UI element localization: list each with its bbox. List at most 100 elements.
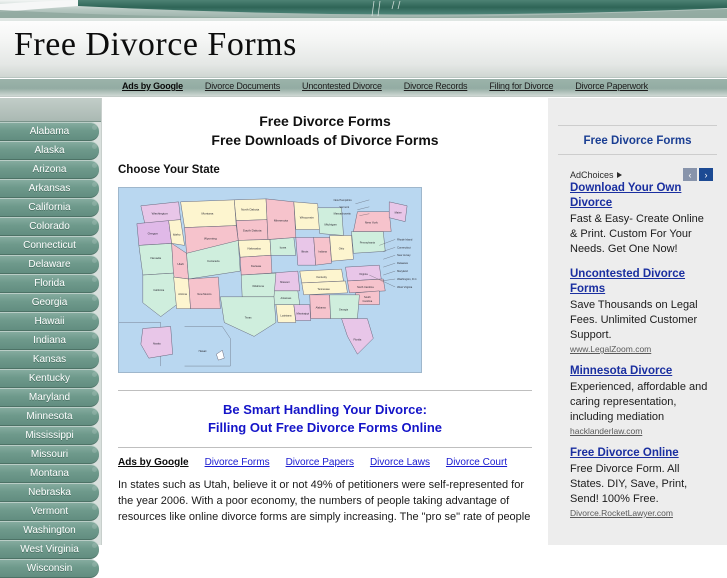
sidebar-item-washington[interactable]: Washington (0, 521, 99, 540)
top-nav-link-divorce-paperwork[interactable]: Divorce Paperwork (575, 81, 648, 91)
sidebar-item-label: Washington (23, 525, 76, 536)
ad-unit-url[interactable]: hacklanderlaw.com (570, 426, 711, 436)
svg-text:Kansas: Kansas (251, 264, 262, 268)
sidebar-item-indiana[interactable]: Indiana (0, 331, 99, 350)
ad-unit-description: Experienced, affordable and caring repre… (570, 381, 708, 423)
chevron-right-icon[interactable]: › (699, 168, 713, 181)
adchoices-control[interactable]: AdChoices (570, 170, 622, 180)
top-decorative-banner (0, 0, 727, 21)
sidebar-item-label: Connecticut (23, 240, 76, 251)
svg-text:Maryland: Maryland (397, 269, 408, 273)
sidebar-item-alaska[interactable]: Alaska (0, 141, 99, 160)
svg-text:Illinois: Illinois (301, 249, 309, 253)
sidebar-item-label: Delaware (28, 259, 71, 270)
inline-ad-link-divorce-laws[interactable]: Divorce Laws (370, 457, 430, 468)
svg-text:New Hampshire: New Hampshire (334, 198, 353, 202)
top-nav-link-uncontested-divorce[interactable]: Uncontested Divorce (302, 81, 382, 91)
svg-text:Tennessee: Tennessee (317, 287, 330, 291)
sidebar-item-vermont[interactable]: Vermont (0, 502, 99, 521)
sidebar-item-label: Kentucky (28, 373, 71, 384)
svg-text:North Carolina: North Carolina (357, 285, 374, 289)
sidebar-item-label: California (28, 202, 71, 213)
sidebar-item-hawaii[interactable]: Hawaii (0, 312, 99, 331)
sidebar-item-mississippi[interactable]: Mississippi (0, 426, 99, 445)
inline-ads-nav: Ads by Google Divorce Forms Divorce Pape… (118, 457, 532, 468)
svg-text:New York: New York (365, 221, 378, 225)
sidebar-item-arizona[interactable]: Arizona (0, 160, 99, 179)
sidebar-item-colorado[interactable]: Colorado (0, 217, 99, 236)
sidebar-item-arkansas[interactable]: Arkansas (0, 179, 99, 198)
ads-by-google-label-top[interactable]: Ads by Google (122, 81, 183, 91)
sidebar-item-label: Indiana (33, 335, 66, 346)
svg-text:South Dakota: South Dakota (243, 229, 262, 233)
ad-unit: Download Your Own Divorce Fast & Easy- Cr… (558, 181, 717, 257)
sidebar-item-montana[interactable]: Montana (0, 464, 99, 483)
sidebar-item-label: Nebraska (28, 487, 71, 498)
svg-text:Nevada: Nevada (150, 256, 161, 260)
sidebar-item-california[interactable]: California (0, 198, 99, 217)
sidebar-item-alabama[interactable]: Alabama (0, 122, 99, 141)
us-state-map-image[interactable]: Washington Oregon Idaho Montana North Da… (118, 187, 422, 373)
top-ad-nav-bar: Ads by Google Divorce Documents Uncontes… (0, 79, 727, 97)
site-header: Free Divorce Forms (0, 21, 727, 78)
ad-unit-url[interactable]: www.LegalZoom.com (570, 344, 711, 354)
svg-text:Connecticut: Connecticut (397, 245, 411, 249)
rail-divider-bottom (558, 154, 717, 155)
state-list: Alabama Alaska Arizona Arkansas California Co… (0, 122, 101, 578)
sidebar-item-connecticut[interactable]: Connecticut (0, 236, 99, 255)
svg-text:Kentucky: Kentucky (316, 275, 327, 279)
article-body-text: In states such as Utah, believe it or no… (118, 479, 531, 523)
svg-text:Ohio: Ohio (339, 246, 345, 250)
sidebar-item-west-virginia[interactable]: West Virginia (0, 540, 99, 559)
sidebar-item-wisconsin[interactable]: Wisconsin (0, 559, 99, 578)
top-nav-link-divorce-documents[interactable]: Divorce Documents (205, 81, 280, 91)
inline-ad-link-divorce-papers[interactable]: Divorce Papers (286, 457, 354, 468)
ad-carousel-arrows: ‹ › (683, 168, 713, 181)
sidebar-top-cap (0, 98, 101, 122)
adchoices-triangle-icon (616, 171, 622, 178)
sidebar-item-nebraska[interactable]: Nebraska (0, 483, 99, 502)
inline-ad-link-divorce-forms[interactable]: Divorce Forms (205, 457, 270, 468)
sidebar-item-kentucky[interactable]: Kentucky (0, 369, 99, 388)
top-nav-link-filing-for-divorce[interactable]: Filing for Divorce (489, 81, 553, 91)
us-map-svg[interactable]: Washington Oregon Idaho Montana North Da… (119, 188, 421, 372)
svg-text:Arizona: Arizona (178, 292, 187, 296)
ad-unit: Uncontested Divorce Forms Save Thousands … (558, 267, 717, 354)
ads-by-google-label-inline[interactable]: Ads by Google (118, 457, 189, 468)
ad-unit-list: Download Your Own Divorce Fast & Easy- Cr… (558, 181, 717, 518)
ad-unit-url[interactable]: Divorce.RocketLawyer.com (570, 508, 711, 518)
sidebar-item-georgia[interactable]: Georgia (0, 293, 99, 312)
svg-text:Missouri: Missouri (280, 280, 290, 284)
ad-unit: Minnesota Divorce Experienced, affordable… (558, 364, 717, 436)
svg-text:West Virginia: West Virginia (397, 285, 413, 289)
svg-text:Wisconsin: Wisconsin (300, 216, 314, 220)
ad-unit-title[interactable]: Download Your Own Divorce (570, 181, 711, 211)
sidebar-item-kansas[interactable]: Kansas (0, 350, 99, 369)
svg-text:Hawaii: Hawaii (199, 349, 207, 353)
svg-text:Vermont: Vermont (340, 205, 350, 209)
article-heading-line-2: Filling Out Free Divorce Forms Online (207, 420, 443, 435)
ad-unit-title[interactable]: Minnesota Divorce (570, 364, 711, 379)
sidebar-item-missouri[interactable]: Missouri (0, 445, 99, 464)
ad-unit-title[interactable]: Free Divorce Online (570, 446, 711, 461)
sidebar-item-label: Alabama (29, 126, 70, 137)
svg-text:Washington: Washington (152, 212, 168, 216)
sidebar-item-minnesota[interactable]: Minnesota (0, 407, 99, 426)
top-nav-link-divorce-records[interactable]: Divorce Records (404, 81, 468, 91)
page-title: Free Divorce Forms (14, 26, 297, 63)
svg-text:North Dakota: North Dakota (241, 208, 259, 212)
inline-ad-link-divorce-court[interactable]: Divorce Court (446, 457, 507, 468)
sidebar-item-florida[interactable]: Florida (0, 274, 99, 293)
main-content: Free Divorce Forms Free Downloads of Div… (101, 98, 548, 545)
page-body: Alabama Alaska Arizona Arkansas California Co… (0, 98, 727, 578)
svg-text:Florida: Florida (353, 337, 361, 341)
sidebar-item-delaware[interactable]: Delaware (0, 255, 99, 274)
svg-text:Montana: Montana (201, 212, 213, 216)
ad-unit: Free Divorce Online Free Divorce Form. Al… (558, 446, 717, 518)
svg-text:Massachusetts: Massachusetts (334, 212, 352, 216)
ad-unit-title[interactable]: Uncontested Divorce Forms (570, 267, 711, 297)
chevron-left-icon[interactable]: ‹ (683, 168, 697, 181)
sidebar-item-maryland[interactable]: Maryland (0, 388, 99, 407)
svg-text:Washington, D.C.: Washington, D.C. (397, 277, 417, 281)
svg-text:Mississippi: Mississippi (297, 312, 310, 316)
